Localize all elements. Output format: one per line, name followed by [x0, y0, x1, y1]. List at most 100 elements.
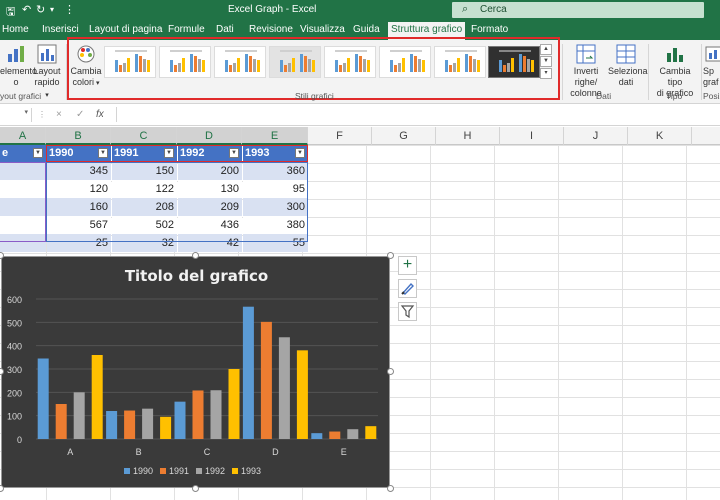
bar[interactable] [347, 429, 359, 439]
chart-style-5[interactable] [324, 46, 376, 78]
chart-style-7[interactable] [434, 46, 486, 78]
table-cell[interactable]: 95 [243, 180, 308, 198]
table-cell[interactable] [0, 180, 46, 198]
tab-data[interactable]: Dati [216, 24, 234, 35]
tab-insert[interactable]: Inserisci [42, 24, 79, 35]
bar[interactable] [242, 306, 254, 439]
table-cell[interactable]: 130 [178, 180, 242, 198]
add-chart-element-button[interactable]: elemento o [0, 44, 37, 88]
tab-formulas[interactable]: Formule [168, 24, 205, 35]
table-cell[interactable]: 160 [47, 198, 111, 216]
bar[interactable] [106, 411, 118, 439]
bar[interactable] [160, 416, 172, 439]
table-cell[interactable]: 360 [243, 162, 308, 180]
table-cell[interactable]: 300 [243, 198, 308, 216]
table-header-cell[interactable]: 1993 ▼ [243, 145, 308, 162]
table-header-cell[interactable]: 1992 ▼ [178, 145, 242, 162]
table-header-cell[interactable]: 1990 ▼ [47, 145, 111, 162]
cancel-icon[interactable]: × [56, 109, 62, 120]
chart-style-3[interactable] [214, 46, 266, 78]
bar[interactable] [174, 401, 186, 439]
resize-handle[interactable] [192, 252, 199, 259]
table-cell[interactable]: 208 [112, 198, 177, 216]
tab-home[interactable]: Home [2, 24, 29, 35]
column-header-e[interactable]: E [242, 127, 308, 145]
gallery-more-icon[interactable]: ▾ [540, 68, 552, 79]
column-header-c[interactable]: C [111, 127, 177, 145]
formula-input[interactable] [116, 107, 720, 122]
bar[interactable] [210, 390, 222, 439]
tab-view[interactable]: Visualizza [300, 24, 345, 35]
bar[interactable] [311, 433, 323, 439]
column-header-f[interactable]: F [308, 127, 372, 145]
bar[interactable] [278, 337, 290, 439]
insert-function-icon[interactable]: fx [96, 109, 104, 120]
table-cell[interactable]: 25 [47, 234, 111, 252]
table-cell[interactable]: 200 [178, 162, 242, 180]
bar[interactable] [73, 392, 85, 439]
column-header-b[interactable]: B [46, 127, 111, 145]
filter-dropdown-icon[interactable]: ▼ [33, 148, 43, 158]
filter-dropdown-icon[interactable]: ▼ [164, 148, 174, 158]
more-icon[interactable]: ⋮ [64, 3, 75, 16]
column-header-j[interactable]: J [564, 127, 628, 145]
filter-dropdown-icon[interactable]: ▼ [295, 148, 305, 158]
column-header-a[interactable]: A [0, 127, 46, 145]
search-box[interactable]: ⌕ Cerca [452, 2, 704, 18]
table-cell[interactable]: 122 [112, 180, 177, 198]
table-cell[interactable] [0, 198, 46, 216]
bar[interactable] [124, 410, 136, 439]
name-box[interactable]: ▾ [0, 108, 32, 122]
filter-dropdown-icon[interactable]: ▼ [229, 148, 239, 158]
table-cell[interactable]: 502 [112, 216, 177, 234]
bar[interactable] [329, 431, 341, 439]
column-header-h[interactable]: H [436, 127, 500, 145]
tab-format[interactable]: Formato [471, 24, 508, 35]
tab-help[interactable]: Guida [353, 24, 380, 35]
table-cell[interactable] [0, 216, 46, 234]
chart-styles-button[interactable] [398, 279, 417, 298]
table-cell[interactable]: 55 [243, 234, 308, 252]
tab-review[interactable]: Revisione [249, 24, 293, 35]
bar[interactable] [228, 369, 240, 439]
bar[interactable] [142, 408, 154, 439]
table-cell[interactable]: 436 [178, 216, 242, 234]
chart-style-1[interactable] [104, 46, 156, 78]
resize-handle[interactable] [387, 485, 394, 492]
move-chart-button[interactable]: Sp graf [703, 44, 720, 88]
table-cell[interactable]: 209 [178, 198, 242, 216]
redo-icon[interactable]: ↻ [36, 3, 45, 16]
table-cell[interactable]: 345 [47, 162, 111, 180]
enter-icon[interactable]: ✓ [76, 109, 84, 120]
customize-toolbar-icon[interactable]: ▾ [50, 5, 54, 14]
chart-style-6[interactable] [379, 46, 431, 78]
tab-page-layout[interactable]: Layout di pagina [89, 24, 162, 35]
table-cell[interactable] [0, 162, 46, 180]
chart-style-2[interactable] [159, 46, 211, 78]
bar[interactable] [192, 390, 204, 439]
bar[interactable] [55, 404, 67, 439]
filter-dropdown-icon[interactable]: ▼ [98, 148, 108, 158]
select-data-button[interactable]: Seleziona dati [608, 44, 648, 88]
formula-bar-options-icon[interactable]: ⋮ [38, 110, 46, 119]
table-header-cell[interactable]: e ▼ [0, 145, 46, 162]
resize-handle[interactable] [192, 485, 199, 492]
chart-area[interactable]: Titolo del grafico 0 100 200 300 400 500 600 A B… [1, 256, 390, 488]
table-cell[interactable]: 42 [178, 234, 242, 252]
bar[interactable] [296, 350, 308, 439]
chart-filters-button[interactable] [398, 302, 417, 321]
table-cell[interactable]: 567 [47, 216, 111, 234]
table-cell[interactable]: 120 [47, 180, 111, 198]
undo-icon[interactable]: ↶ [22, 3, 31, 16]
table-header-cell[interactable]: 1991 ▼ [112, 145, 177, 162]
resize-handle[interactable] [387, 252, 394, 259]
bar[interactable] [260, 321, 272, 439]
table-cell[interactable] [0, 234, 46, 252]
chart-plot[interactable]: 0 100 200 300 400 500 600 A B C D E 1990 1991 1992 1993 [2, 257, 391, 489]
bar[interactable] [365, 426, 377, 439]
column-header-k[interactable]: K [628, 127, 692, 145]
gallery-down-icon[interactable]: ▼ [540, 56, 552, 67]
table-cell[interactable]: 150 [112, 162, 177, 180]
resize-handle[interactable] [387, 368, 394, 375]
chart-style-8-selected[interactable] [488, 46, 540, 78]
